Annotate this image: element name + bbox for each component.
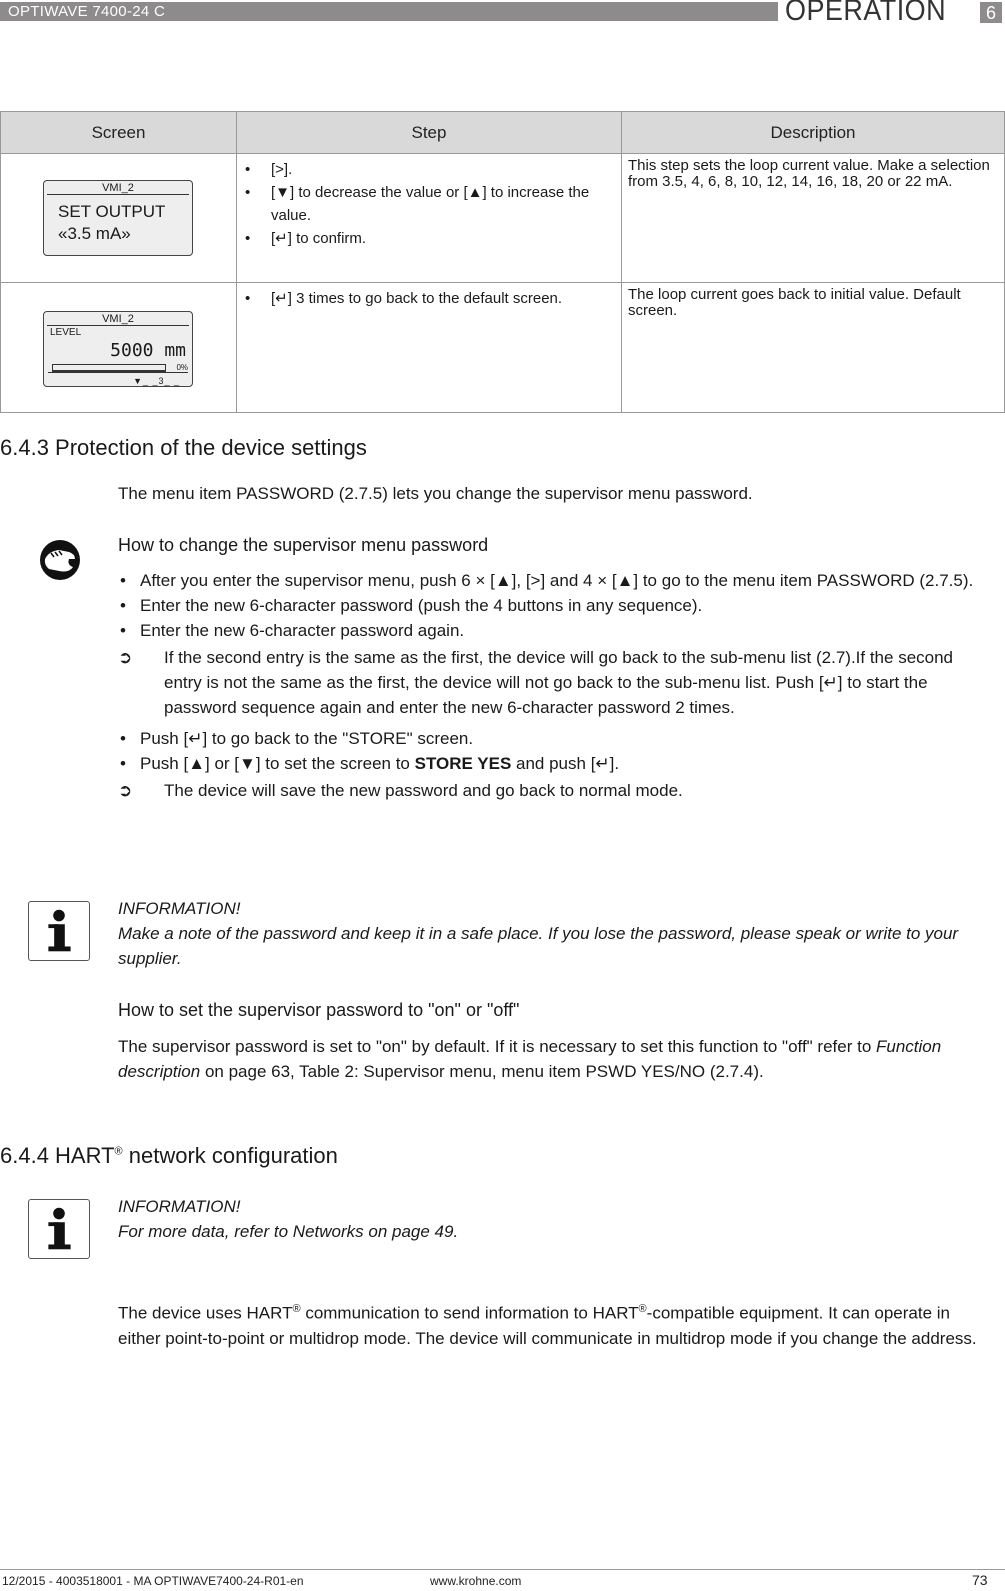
step-item: [▼] to decrease the value or [▲] to incr…: [243, 181, 615, 227]
description-text: The loop current goes back to initial va…: [628, 286, 961, 319]
onoff-text: The supervisor password is set to "on" b…: [118, 1034, 988, 1084]
procedure-step: Push [▲] or [▼] to set the screen to STO…: [118, 751, 988, 776]
table-row: VMI_2 SET OUTPUT «3.5 mA» [>]. [▼] to de…: [0, 153, 1005, 283]
footer-divider: [0, 1569, 1005, 1570]
result-arrow-icon: ➲: [118, 648, 133, 667]
procedure-step: After you enter the supervisor menu, pus…: [118, 568, 988, 593]
info-body: Make a note of the password and keep it …: [118, 924, 959, 968]
description-cell: This step sets the loop current value. M…: [621, 153, 1005, 283]
product-name: OPTIWAVE 7400-24 C: [0, 2, 778, 21]
section-heading-6-4-4: 6.4.4 HART® network configuration: [0, 1143, 338, 1169]
column-header-step: Step: [236, 111, 622, 154]
step-item: [>].: [243, 158, 615, 181]
info-title: INFORMATION!: [118, 899, 241, 918]
section-intro: The menu item PASSWORD (2.7.5) lets you …: [118, 484, 753, 503]
store-yes-label: STORE YES: [414, 754, 512, 773]
result-text: If the second entry is the same as the f…: [164, 648, 954, 717]
information-note: INFORMATION! For more data, refer to Net…: [118, 1194, 988, 1244]
hart-text-part: The device uses HART: [118, 1303, 293, 1323]
info-icon: [28, 901, 90, 961]
step-item: [↵] to confirm.: [243, 227, 615, 250]
procedure-step: Enter the new 6-character password again…: [118, 618, 988, 643]
column-header-description: Description: [621, 111, 1005, 154]
lcd-title: VMI_2: [47, 181, 189, 195]
website-link[interactable]: www.krohne.com: [430, 1574, 521, 1588]
lcd-bargraph: [52, 364, 166, 372]
info-title: INFORMATION!: [118, 1197, 241, 1216]
result-arrow-icon: ➲: [118, 781, 133, 800]
lcd-display-default: VMI_2 LEVEL 5000 mm 0% ▼_ _3_ _: [43, 311, 193, 387]
document-id: 12/2015 - 4003518001 - MA OPTIWAVE7400-2…: [2, 1574, 304, 1588]
heading-part: 6.4.4 HART: [0, 1143, 115, 1168]
chapter-title: OPERATION: [785, 0, 947, 27]
screen-cell: VMI_2 LEVEL 5000 mm 0% ▼_ _3_ _: [0, 282, 237, 413]
procedure-result: ➲ If the second entry is the same as the…: [118, 645, 988, 720]
procedure-result: ➲ The device will save the new password …: [118, 778, 988, 803]
chapter-number: 6: [980, 2, 1002, 23]
table-header-row: Screen Step Description: [0, 111, 1005, 154]
info-icon: [28, 1199, 90, 1259]
lcd-line-1: SET OUTPUT: [58, 202, 166, 221]
onoff-text-part: The supervisor password is set to "on" b…: [118, 1037, 877, 1056]
registered-mark: ®: [114, 1145, 123, 1158]
lcd-percent: 0%: [176, 363, 188, 372]
hand-action-icon: [40, 540, 80, 580]
info-body: For more data, refer to Networks on page…: [118, 1222, 459, 1241]
procedure-step: Push [↵] to go back to the "STORE" scree…: [118, 726, 988, 751]
hart-description: The device uses HART® communication to s…: [118, 1297, 988, 1351]
onoff-text-part: on page 63, Table 2: Supervisor menu, me…: [200, 1062, 764, 1081]
procedure-list: After you enter the supervisor menu, pus…: [118, 568, 988, 805]
step-item: [↵] 3 times to go back to the default sc…: [243, 287, 615, 310]
page-header: OPTIWAVE 7400-24 C OPERATION 6: [0, 0, 1005, 27]
steps-table: Screen Step Description VMI_2 SET OUTPUT…: [0, 111, 1005, 413]
lcd-title: VMI_2: [47, 312, 189, 326]
lcd-value: 5000 mm: [110, 340, 186, 361]
lcd-baseline: [48, 372, 188, 373]
step-text: Push [▲] or [▼] to set the screen to: [140, 754, 415, 773]
lcd-label: LEVEL: [50, 327, 82, 338]
table-row: VMI_2 LEVEL 5000 mm 0% ▼_ _3_ _ [↵] 3 ti…: [0, 282, 1005, 413]
description-text: This step sets the loop current value. M…: [628, 157, 990, 190]
section-heading-6-4-3: 6.4.3 Protection of the device settings: [0, 435, 367, 460]
registered-mark: ®: [292, 1303, 301, 1315]
registered-mark: ®: [638, 1303, 647, 1315]
step-cell: [↵] 3 times to go back to the default sc…: [236, 282, 622, 413]
hart-text-part: communication to send information to HAR…: [300, 1303, 639, 1323]
screen-cell: VMI_2 SET OUTPUT «3.5 mA»: [0, 153, 237, 283]
description-cell: The loop current goes back to initial va…: [621, 282, 1005, 413]
step-cell: [>]. [▼] to decrease the value or [▲] to…: [236, 153, 622, 283]
procedure-title: How to change the supervisor menu passwo…: [118, 535, 489, 555]
information-note: INFORMATION! Make a note of the password…: [118, 896, 988, 971]
lcd-display-set-output: VMI_2 SET OUTPUT «3.5 mA»: [43, 180, 193, 256]
step-text: and push [↵].: [511, 754, 620, 773]
column-header-screen: Screen: [0, 111, 237, 154]
result-text: The device will save the new password an…: [164, 781, 683, 800]
lcd-footer: ▼_ _3_ _: [133, 376, 180, 386]
procedure-step: Enter the new 6-character password (push…: [118, 593, 988, 618]
onoff-title: How to set the supervisor password to "o…: [118, 1000, 520, 1020]
lcd-line-2: «3.5 mA»: [58, 224, 131, 243]
page-number: 73: [972, 1572, 988, 1588]
heading-part: network configuration: [122, 1143, 338, 1168]
